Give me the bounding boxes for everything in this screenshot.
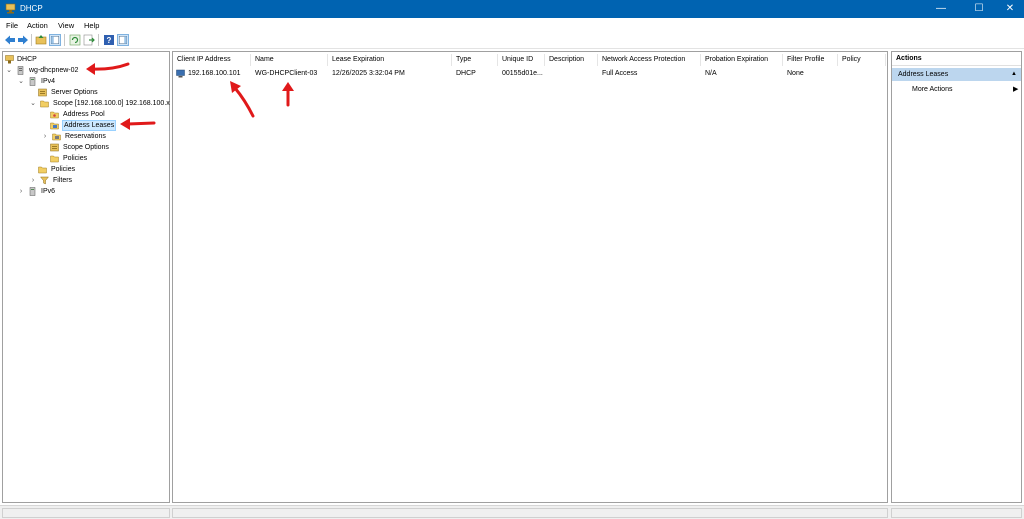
tree-label: Reservations bbox=[65, 133, 106, 140]
ipv6-icon bbox=[29, 187, 36, 196]
column-header-policy[interactable]: Policy bbox=[838, 54, 886, 66]
folder-icon bbox=[40, 100, 49, 108]
refresh-icon[interactable] bbox=[69, 34, 81, 46]
address-pool-icon bbox=[50, 111, 59, 119]
column-header-unique-id[interactable]: Unique ID bbox=[498, 54, 545, 66]
more-actions-item[interactable]: More Actions bbox=[912, 84, 952, 96]
policies-icon bbox=[50, 155, 59, 163]
column-header-client-ip[interactable]: Client IP Address bbox=[173, 54, 251, 66]
options-icon bbox=[38, 88, 47, 97]
actions-header: Actions bbox=[892, 52, 1021, 66]
status-cell bbox=[891, 508, 1022, 518]
server-icon bbox=[17, 66, 24, 75]
tree-label: Policies bbox=[63, 155, 88, 162]
toolbar: ? bbox=[0, 32, 1024, 49]
chevron-down-icon[interactable]: ⌄ bbox=[29, 98, 37, 109]
column-header-lease-expiration[interactable]: Lease Expiration bbox=[328, 54, 452, 66]
actions-section-label: Address Leases bbox=[898, 71, 949, 78]
dhcp-icon bbox=[5, 55, 14, 64]
reservations-icon bbox=[52, 133, 61, 141]
column-header-description[interactable]: Description bbox=[545, 54, 598, 66]
column-header-type[interactable]: Type bbox=[452, 54, 498, 66]
toolbar-separator bbox=[31, 34, 32, 46]
forward-arrow-icon[interactable] bbox=[17, 34, 29, 46]
chevron-right-icon[interactable]: › bbox=[29, 175, 37, 186]
column-header-nap[interactable]: Network Access Protection bbox=[598, 54, 701, 66]
address-leases-icon bbox=[50, 122, 59, 130]
annotation-arrow-icon bbox=[230, 81, 255, 118]
filter-icon bbox=[40, 176, 49, 185]
up-folder-icon[interactable] bbox=[35, 34, 47, 46]
tree-label: DHCP bbox=[17, 56, 37, 63]
cell-lease-expiration: 12/26/2025 3:32:04 PM bbox=[332, 70, 405, 77]
tree-label: Scope Options bbox=[63, 144, 109, 151]
tree-label: Address Pool bbox=[63, 111, 105, 118]
tree-label: IPv4 bbox=[41, 78, 56, 85]
collapse-caret-icon[interactable]: ▲ bbox=[1011, 68, 1017, 81]
column-header-probation[interactable]: Probation Expiration bbox=[701, 54, 783, 66]
close-button[interactable]: ✕ bbox=[996, 0, 1024, 18]
cell-unique-id: 00155d01e... bbox=[502, 70, 543, 77]
maximize-button[interactable]: ☐ bbox=[962, 0, 996, 18]
tree-label: Policies bbox=[51, 166, 76, 173]
policies-icon bbox=[38, 166, 47, 174]
cell-filter-profile: None bbox=[787, 70, 804, 77]
show-hide-tree-icon[interactable] bbox=[49, 34, 61, 46]
chevron-right-icon[interactable]: › bbox=[17, 186, 25, 197]
tree-label: Address Leases bbox=[62, 120, 117, 131]
cell-type: DHCP bbox=[456, 70, 476, 77]
annotation-arrow-icon bbox=[120, 118, 156, 130]
back-arrow-icon[interactable] bbox=[4, 34, 16, 46]
tree-label: wg-dhcpnew-02 bbox=[29, 67, 79, 74]
annotation-arrow-icon bbox=[282, 82, 294, 107]
column-header-name[interactable]: Name bbox=[251, 54, 328, 66]
status-cell bbox=[172, 508, 888, 518]
table-row[interactable]: 192.168.100.101 WG-DHCPClient-03 12/26/2… bbox=[175, 68, 887, 79]
menu-file[interactable]: File bbox=[6, 21, 18, 30]
svg-text:?: ? bbox=[107, 36, 112, 45]
actions-section-address-leases[interactable]: Address Leases ▲ bbox=[892, 68, 1021, 81]
cell-nap: Full Access bbox=[602, 70, 638, 77]
tree-label: Filters bbox=[53, 177, 73, 184]
cell-name: WG-DHCPClient-03 bbox=[255, 70, 318, 77]
window-title: DHCP bbox=[20, 4, 43, 13]
status-cell bbox=[2, 508, 170, 518]
toolbar-separator bbox=[64, 34, 65, 46]
export-list-icon[interactable] bbox=[83, 34, 95, 46]
menu-bar: File Action View Help bbox=[0, 18, 1024, 32]
column-header-filter-profile[interactable]: Filter Profile bbox=[783, 54, 838, 66]
menu-view[interactable]: View bbox=[58, 21, 74, 30]
dhcp-app-icon bbox=[5, 3, 16, 14]
options-icon bbox=[50, 143, 59, 152]
minimize-button[interactable]: — bbox=[924, 0, 958, 18]
toolbar-separator bbox=[98, 34, 99, 46]
annotation-arrow-icon bbox=[86, 62, 130, 75]
chevron-down-icon[interactable]: ⌄ bbox=[5, 65, 13, 76]
title-bar: DHCP — ☐ ✕ bbox=[0, 0, 1024, 18]
cell-probation: N/A bbox=[705, 70, 717, 77]
ipv4-icon bbox=[29, 77, 36, 86]
submenu-arrow-icon[interactable]: ▶ bbox=[1013, 84, 1018, 96]
chevron-down-icon[interactable]: ⌄ bbox=[17, 76, 25, 87]
actions-pane: Actions Address Leases ▲ More Actions ▶ bbox=[891, 51, 1022, 503]
results-list: Client IP Address Name Lease Expiration … bbox=[172, 51, 888, 503]
tree-label: Server Options bbox=[51, 89, 98, 96]
chevron-right-icon[interactable]: › bbox=[41, 131, 49, 142]
menu-action[interactable]: Action bbox=[27, 21, 48, 30]
menu-help[interactable]: Help bbox=[84, 21, 99, 30]
help-icon[interactable]: ? bbox=[103, 34, 115, 46]
tree-label: IPv6 bbox=[41, 188, 56, 195]
status-bar bbox=[0, 505, 1024, 519]
tree-label: Scope [192.168.100.0] 192.168.100.x bbox=[53, 100, 170, 107]
show-hide-action-pane-icon[interactable] bbox=[117, 34, 129, 46]
